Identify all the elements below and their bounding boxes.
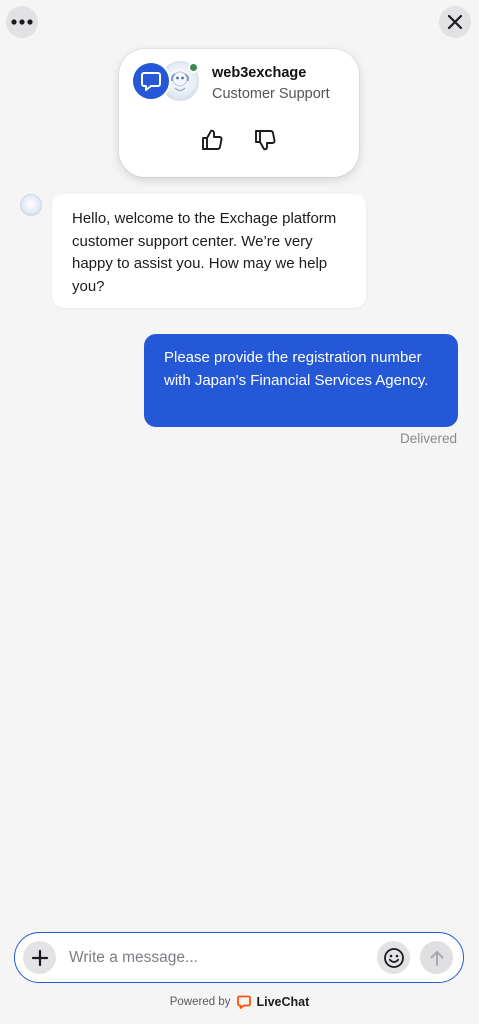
agent-message-avatar [20, 194, 42, 216]
agent-avatar-group [131, 61, 201, 105]
send-button[interactable] [420, 941, 453, 974]
message-input[interactable] [69, 943, 369, 973]
message-composer [14, 932, 464, 983]
outgoing-message: Please provide the registration number w… [144, 334, 458, 427]
livechat-logo-icon [131, 61, 171, 101]
thumbs-up-icon [202, 129, 223, 150]
ellipsis-icon [11, 19, 33, 25]
robot-icon [171, 71, 189, 92]
powered-by-label: Powered by [169, 996, 231, 1008]
arrow-up-icon [430, 950, 443, 966]
close-button[interactable] [439, 6, 471, 38]
plus-icon [31, 949, 48, 966]
message-status: Delivered [399, 431, 457, 446]
close-icon [447, 14, 463, 30]
online-status-dot [188, 62, 199, 73]
emoji-button[interactable] [377, 941, 410, 974]
thumbs-down-icon [255, 130, 276, 151]
rate-good-button[interactable] [197, 125, 227, 155]
rate-bad-button[interactable] [250, 125, 280, 155]
livechat-brand-icon [237, 995, 252, 1009]
powered-by-footer[interactable]: Powered by LiveChat [0, 995, 479, 1009]
agent-role: Customer Support [212, 86, 330, 102]
agent-card: web3exchage Customer Support [119, 49, 359, 177]
livechat-brand-name: LiveChat [256, 995, 310, 1009]
incoming-message: Hello, welcome to the Exchage platform c… [52, 194, 366, 308]
menu-button[interactable] [6, 6, 38, 38]
smiley-icon [383, 947, 404, 968]
agent-name: web3exchage [212, 65, 307, 81]
chat-widget: web3exchage Customer Support Hello, welc… [0, 0, 479, 1024]
add-attachment-button[interactable] [23, 941, 56, 974]
